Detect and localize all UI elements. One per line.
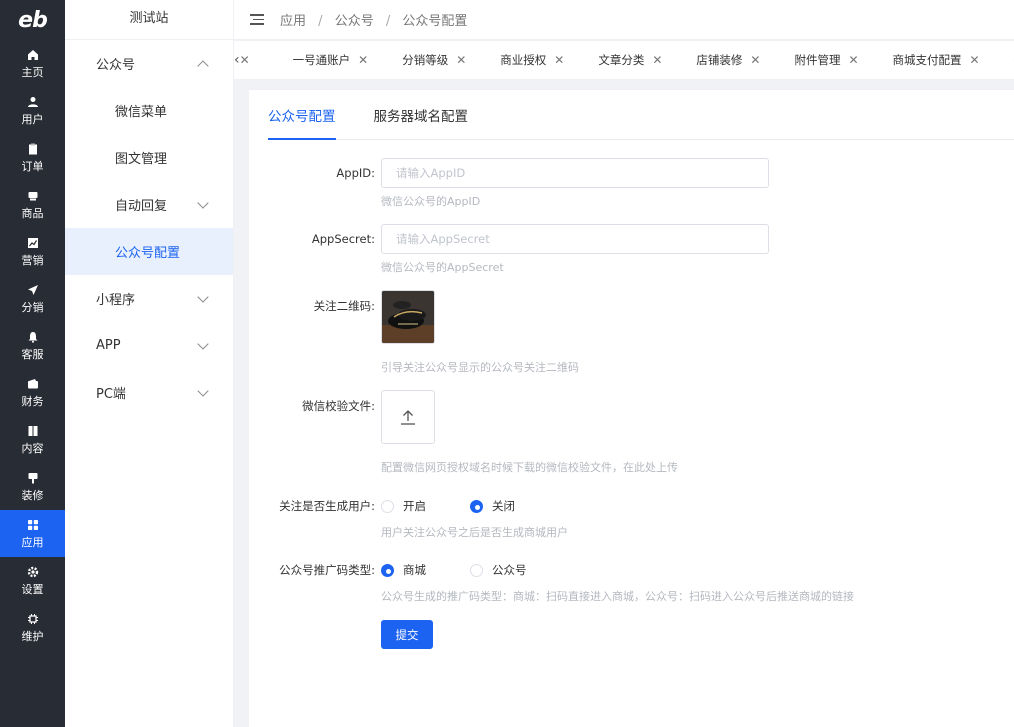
generate-user-radio-off[interactable]: 关闭 [470, 498, 515, 514]
breadcrumb-item: 公众号配置 [402, 14, 468, 29]
chevron-down-icon [197, 196, 209, 209]
close-icon[interactable]: ✕ [240, 53, 250, 67]
rail-item-user[interactable]: 用户 [0, 87, 65, 134]
rail-item-order[interactable]: 订单 [0, 134, 65, 181]
rail-item-product[interactable]: 商品 [0, 181, 65, 228]
menu-group-app[interactable]: APP [65, 322, 233, 369]
bell-icon [26, 330, 40, 344]
qrcode-hint: 引导关注公众号显示的公众号关注二维码 [381, 361, 579, 374]
promo-type-radio-group: 商城 公众号 [381, 562, 571, 578]
verify-file-label: 微信校验文件: [302, 399, 375, 413]
chevron-up-icon [197, 59, 209, 72]
tab-yihaotong[interactable]: 一号通账户 ✕ [250, 52, 383, 68]
promo-type-radio-account[interactable]: 公众号 [470, 562, 527, 578]
verify-file-hint: 配置微信网页授权域名时候下载的微信校验文件，在此处上传 [381, 461, 678, 474]
close-icon[interactable]: ✕ [456, 53, 466, 67]
clipboard-icon [26, 142, 40, 156]
generate-user-radio-on[interactable]: 开启 [381, 498, 426, 514]
open-tabs-bar: ‹ ✕ 一号通账户 ✕ 分销等级 ✕ 商业授权 ✕ 文章分类 ✕ 店铺装修 ✕ 附件管理 ✕… [234, 41, 1014, 79]
promo-type-hint: 公众号生成的推广码类型：商城：扫码直接进入商城，公众号：扫码进入公众号后推送商城… [381, 590, 854, 603]
tab-attachment-management[interactable]: 附件管理 ✕ [774, 52, 872, 68]
menu-group-pc[interactable]: PC端 [65, 369, 233, 416]
brush-icon [26, 471, 40, 485]
tab-store-decoration[interactable]: 店铺装修 ✕ [676, 52, 774, 68]
appsecret-hint: 微信公众号的AppSecret [381, 261, 504, 274]
rail-item-service[interactable]: 客服 [0, 322, 65, 369]
gear-icon [26, 565, 40, 579]
config-tabs: 公众号配置 服务器域名配置 [268, 90, 1014, 140]
appsecret-input[interactable] [381, 224, 769, 254]
menu-item-news-management[interactable]: 图文管理 [65, 134, 233, 181]
send-icon [26, 283, 40, 297]
menu-group-mini-program[interactable]: 小程序 [65, 275, 233, 322]
appid-input[interactable] [381, 158, 769, 188]
breadcrumb-item[interactable]: 应用 [280, 14, 306, 29]
generate-user-hint: 用户关注公众号之后是否生成商城用户 [381, 526, 568, 539]
tab-account-config[interactable]: 公众号配置 [268, 105, 336, 140]
close-icon[interactable]: ✕ [848, 53, 858, 67]
menu-item-account-config[interactable]: 公众号配置 [65, 228, 233, 275]
product-icon [26, 189, 40, 203]
appid-hint: 微信公众号的AppID [381, 195, 481, 208]
tab-distribution-level[interactable]: 分销等级 ✕ [382, 52, 480, 68]
rail-item-decoration[interactable]: 装修 [0, 463, 65, 510]
close-icon[interactable]: ✕ [750, 53, 760, 67]
apps-icon [26, 518, 40, 532]
app-logo[interactable]: eb [0, 0, 65, 40]
user-icon [26, 95, 40, 109]
rail-item-distribution[interactable]: 分销 [0, 275, 65, 322]
close-icon[interactable]: ✕ [652, 53, 662, 67]
chevron-down-icon [197, 337, 209, 350]
promo-type-radio-mall[interactable]: 商城 [381, 562, 426, 578]
verify-file-upload[interactable] [381, 390, 435, 444]
submit-button[interactable]: 提交 [381, 620, 433, 649]
breadcrumb: 应用 / 公众号 / 公众号配置 [280, 14, 468, 29]
appsecret-label: AppSecret: [311, 232, 375, 246]
chevron-down-icon [197, 384, 209, 397]
tab-commercial-license[interactable]: 商业授权 ✕ [480, 52, 578, 68]
secondary-menu: 测试站 公众号 微信菜单 图文管理 自动回复 公众号配置 小程序 APP PC端 [65, 0, 234, 727]
close-icon[interactable]: ✕ [970, 53, 980, 67]
wallet-icon [26, 377, 40, 391]
rail-item-home[interactable]: 主页 [0, 40, 65, 87]
tab-payment-config[interactable]: 商城支付配置 ✕ [873, 52, 994, 68]
chart-icon [26, 236, 40, 250]
tab-server-domain-config[interactable]: 服务器域名配置 [374, 105, 469, 139]
qrcode-label: 关注二维码: [313, 299, 375, 313]
breadcrumb-item[interactable]: 公众号 [335, 14, 374, 29]
config-card: 公众号配置 服务器域名配置 AppID: 微信公众号的AppID AppSecr… [249, 90, 1014, 727]
collapse-menu-icon[interactable] [250, 14, 264, 25]
tab-article-category[interactable]: 文章分类 ✕ [578, 52, 676, 68]
tab-agent[interactable]: 代理 [994, 52, 1014, 68]
menu-item-auto-reply[interactable]: 自动回复 [65, 181, 233, 228]
close-icon[interactable]: ✕ [554, 53, 564, 67]
chevron-down-icon [197, 290, 209, 303]
rail-item-settings[interactable]: 设置 [0, 557, 65, 604]
promo-type-label: 公众号推广码类型: [279, 563, 375, 577]
rail-item-maintenance[interactable]: 维护 [0, 604, 65, 651]
menu-item-wechat-menu[interactable]: 微信菜单 [65, 87, 233, 134]
home-icon [26, 48, 40, 62]
generate-user-label: 关注是否生成用户: [279, 499, 375, 513]
rail-item-marketing[interactable]: 营销 [0, 228, 65, 275]
rail-item-finance[interactable]: 财务 [0, 369, 65, 416]
upload-icon [401, 410, 415, 425]
top-header: 应用 / 公众号 / 公众号配置 [234, 0, 1014, 40]
site-title: 测试站 [65, 0, 233, 40]
qrcode-image[interactable] [381, 290, 435, 344]
appid-label: AppID: [336, 166, 375, 180]
menu-group-official-account[interactable]: 公众号 [65, 40, 233, 87]
rail-item-content[interactable]: 内容 [0, 416, 65, 463]
close-icon[interactable]: ✕ [358, 53, 368, 67]
rail-item-apps[interactable]: 应用 [0, 510, 65, 557]
main-nav-rail: eb 主页 用户 订单 商品 营销 分销 客服 财务 内容 装修 应用 设置 维… [0, 0, 65, 727]
generate-user-radio-group: 开启 关闭 [381, 498, 559, 514]
chip-icon [26, 612, 40, 626]
book-icon [26, 424, 40, 438]
